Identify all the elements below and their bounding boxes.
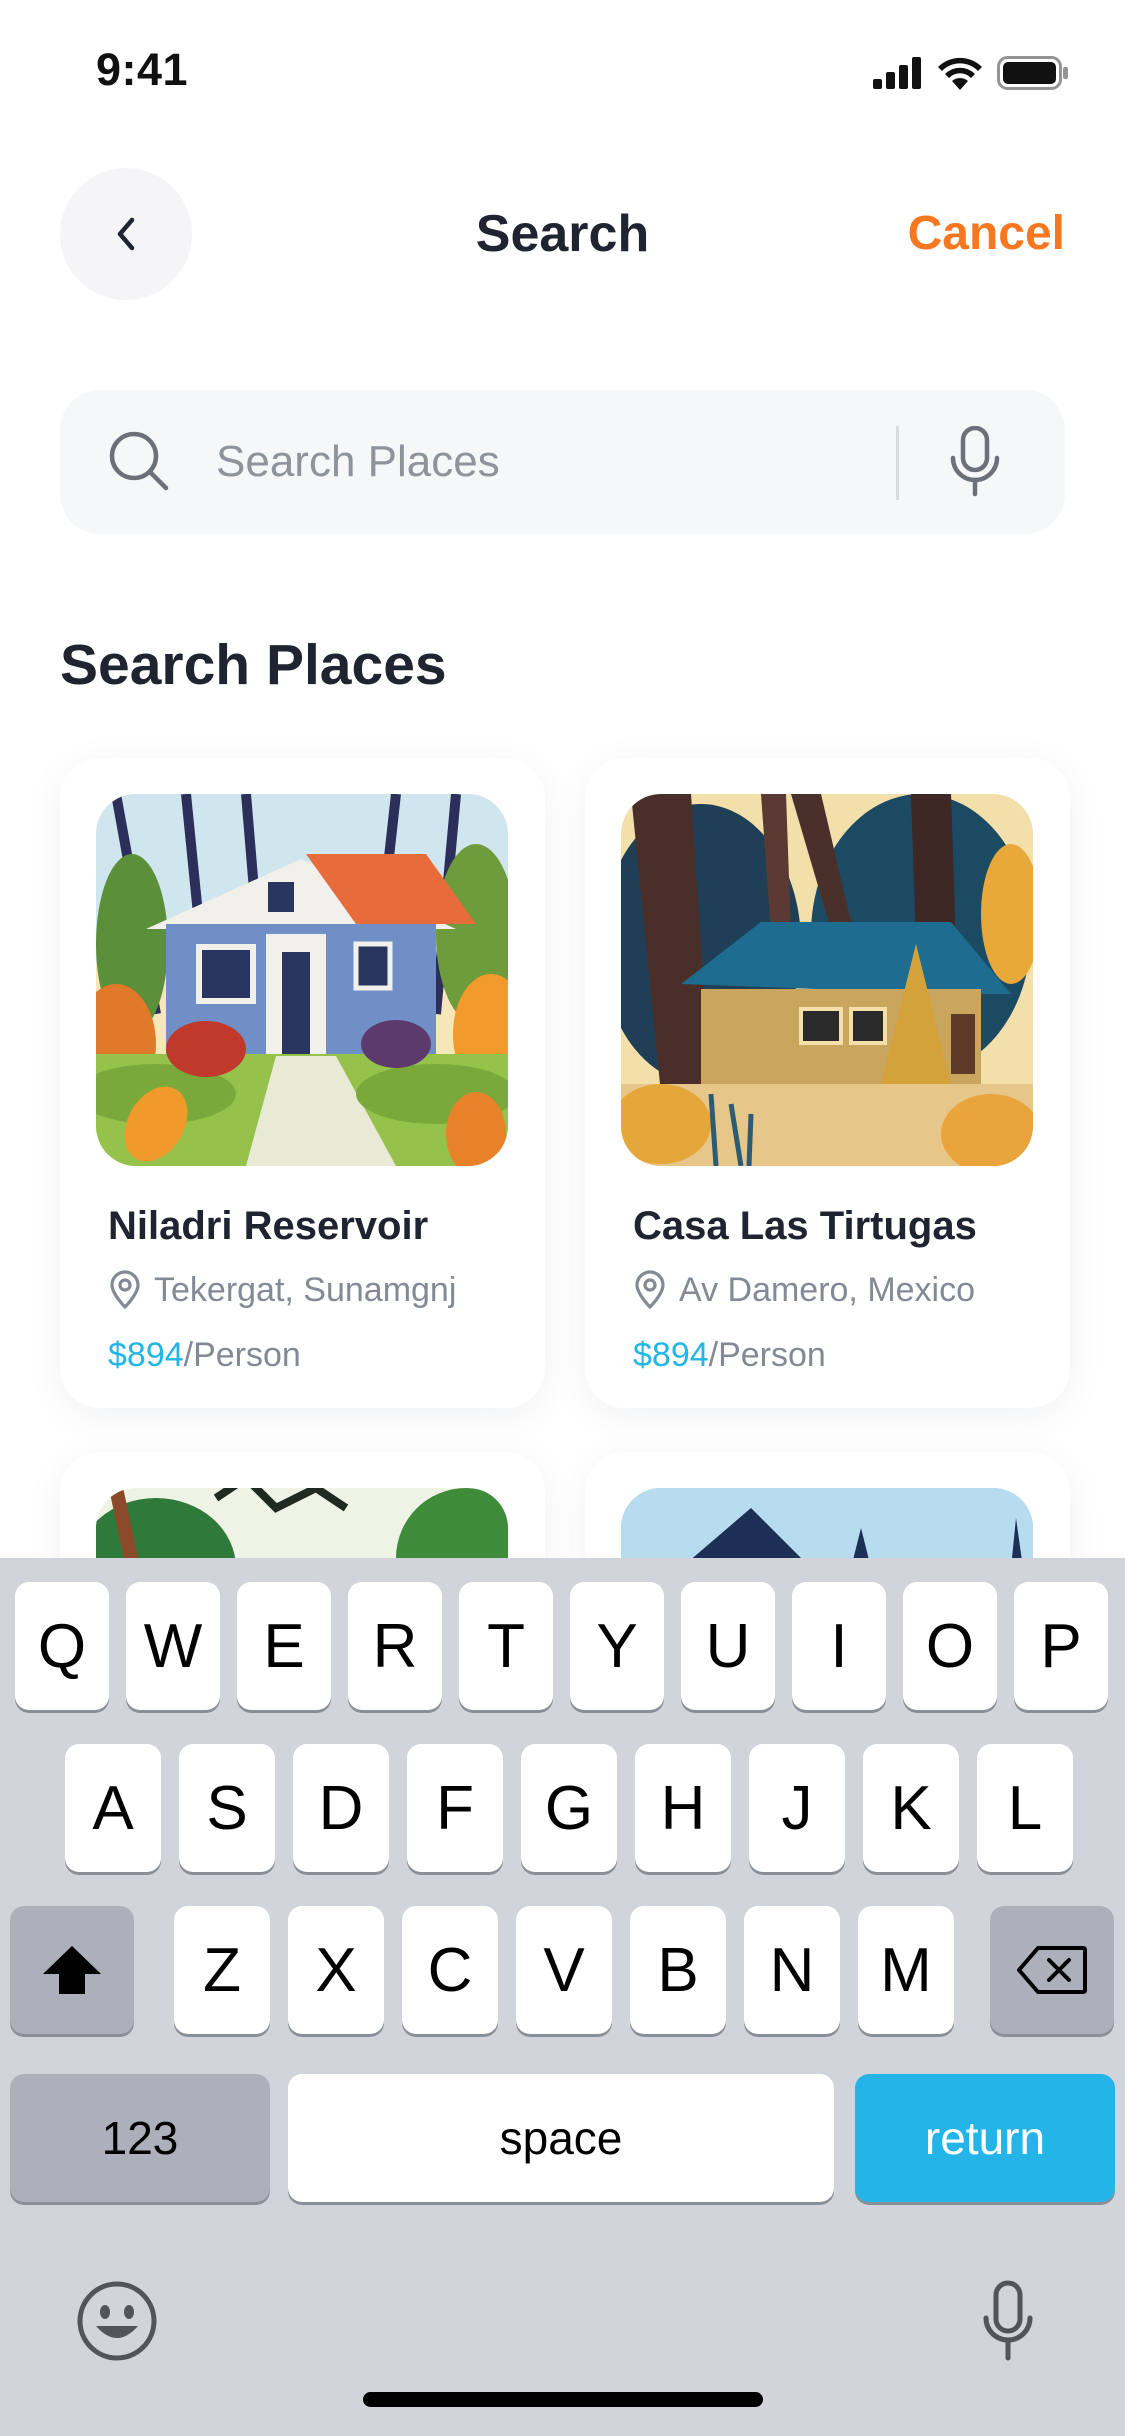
return-key[interactable]: return	[855, 2074, 1115, 2202]
status-bar: 9:41	[0, 0, 1125, 140]
key-l[interactable]: L	[977, 1744, 1073, 1872]
battery-icon	[997, 56, 1068, 90]
key-t[interactable]: T	[459, 1582, 553, 1710]
status-time: 9:41	[96, 44, 189, 95]
key-n[interactable]: N	[744, 1906, 840, 2034]
space-key[interactable]: space	[288, 2074, 834, 2202]
key-x[interactable]: X	[288, 1906, 384, 2034]
header: Search Cancel	[0, 160, 1125, 300]
wifi-icon	[938, 57, 982, 90]
key-s[interactable]: S	[179, 1744, 275, 1872]
key-v[interactable]: V	[516, 1906, 612, 2034]
place-price: $894/Person	[633, 1336, 826, 1375]
delete-key[interactable]	[990, 1906, 1114, 2034]
location-pin-icon	[110, 1270, 140, 1310]
place-name: Niladri Reservoir	[108, 1204, 429, 1248]
key-h[interactable]: H	[635, 1744, 731, 1872]
shift-icon	[43, 1946, 101, 1994]
key-w[interactable]: W	[126, 1582, 220, 1710]
price-value: $894	[108, 1336, 184, 1374]
place-price: $894/Person	[108, 1336, 301, 1375]
key-c[interactable]: C	[402, 1906, 498, 2034]
shift-key[interactable]	[10, 1906, 134, 2034]
key-o[interactable]: O	[903, 1582, 997, 1710]
key-z[interactable]: Z	[174, 1906, 270, 2034]
dictation-microphone-icon[interactable]	[982, 2280, 1034, 2362]
key-d[interactable]: D	[293, 1744, 389, 1872]
place-location-text: Tekergat, Sunamgnj	[154, 1270, 457, 1309]
key-e[interactable]: E	[237, 1582, 331, 1710]
place-image	[96, 794, 508, 1166]
place-image	[621, 794, 1033, 1166]
search-icon	[109, 431, 169, 491]
search-divider	[896, 426, 899, 500]
section-title: Search Places	[60, 633, 447, 697]
status-icons	[873, 56, 1069, 90]
home-indicator	[363, 2392, 763, 2407]
price-unit: /Person	[708, 1336, 826, 1374]
search-bar[interactable]	[60, 390, 1065, 534]
numbers-key[interactable]: 123	[10, 2074, 270, 2202]
microphone-icon[interactable]	[948, 426, 1002, 498]
key-a[interactable]: A	[65, 1744, 161, 1872]
key-b[interactable]: B	[630, 1906, 726, 2034]
cellular-signal-icon	[873, 57, 921, 89]
key-k[interactable]: K	[863, 1744, 959, 1872]
price-value: $894	[633, 1336, 709, 1374]
key-y[interactable]: Y	[570, 1582, 664, 1710]
key-r[interactable]: R	[348, 1582, 442, 1710]
key-g[interactable]: G	[521, 1744, 617, 1872]
cancel-button[interactable]: Cancel	[908, 206, 1065, 261]
place-location: Tekergat, Sunamgnj	[108, 1270, 456, 1310]
place-location: Av Damero, Mexico	[633, 1270, 975, 1310]
key-m[interactable]: M	[858, 1906, 954, 2034]
key-f[interactable]: F	[407, 1744, 503, 1872]
place-card[interactable]: Casa Las Tirtugas Av Damero, Mexico $894…	[585, 758, 1070, 1408]
emoji-icon[interactable]	[76, 2280, 158, 2362]
place-location-text: Av Damero, Mexico	[679, 1270, 976, 1309]
key-j[interactable]: J	[749, 1744, 845, 1872]
backspace-icon	[1017, 1946, 1087, 1994]
place-card[interactable]: Niladri Reservoir Tekergat, Sunamgnj $89…	[60, 758, 545, 1408]
location-pin-icon	[635, 1270, 665, 1310]
place-name: Casa Las Tirtugas	[633, 1204, 977, 1248]
key-p[interactable]: P	[1014, 1582, 1108, 1710]
key-q[interactable]: Q	[15, 1582, 109, 1710]
price-unit: /Person	[183, 1336, 301, 1374]
search-input[interactable]	[216, 422, 916, 502]
key-i[interactable]: I	[792, 1582, 886, 1710]
key-u[interactable]: U	[681, 1582, 775, 1710]
keyboard: Q W E R T Y U I O P A S D F G H J K L Z …	[0, 1558, 1125, 2436]
